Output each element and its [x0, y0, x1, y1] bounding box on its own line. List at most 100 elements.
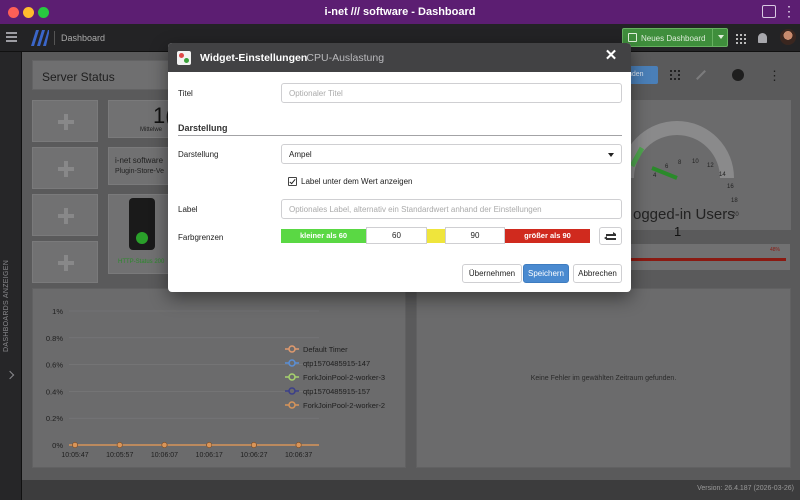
- data-point: [116, 442, 123, 448]
- color-limits-bar: kleiner als 60 60 90 größer als 90: [281, 227, 591, 244]
- upper-range-segment: größer als 90: [505, 229, 590, 243]
- title-input[interactable]: [281, 83, 622, 103]
- gauge-tick: 8: [678, 160, 682, 166]
- window-titlebar: i-net /// software - Dashboard ⋮: [0, 0, 800, 24]
- y-tick-label: 0.6%: [46, 361, 63, 370]
- progress-percent: 48%: [770, 247, 781, 253]
- cast-icon[interactable]: [762, 5, 776, 18]
- gauge-tick: 12: [707, 163, 714, 169]
- x-tick-label: 10:06:27: [240, 452, 267, 459]
- show-label-checkbox-label[interactable]: Label unter dem Wert anzeigen: [301, 177, 412, 186]
- edit-icon[interactable]: [696, 70, 706, 80]
- middle-range-segment: [427, 229, 445, 243]
- info-line-2: Plugin-Store-Ve: [115, 168, 165, 175]
- dialog-header: Widget-Einstellungen - CPU-Auslastung ✕: [168, 43, 631, 72]
- x-tick-label: 10:06:37: [285, 452, 312, 459]
- y-tick-label: 0.8%: [46, 334, 63, 343]
- save-button[interactable]: Speichern: [523, 264, 569, 283]
- inet-logo: [31, 30, 49, 46]
- apply-button[interactable]: Übernehmen: [462, 264, 522, 283]
- data-point: [251, 442, 257, 448]
- legend-label: Default Timer: [303, 345, 348, 354]
- y-tick-label: 0.4%: [46, 387, 63, 396]
- display-select-value: Ampel: [289, 150, 312, 159]
- display-select[interactable]: Ampel: [281, 144, 622, 164]
- label-label: Label: [178, 205, 198, 214]
- no-errors-message: Keine Fehler im gewählten Zeitraum gefun…: [530, 375, 677, 382]
- progress-widget: 48%: [627, 244, 790, 270]
- y-tick-label: 0.2%: [46, 414, 63, 423]
- fullscreen-icon[interactable]: [670, 70, 680, 80]
- chevron-down-icon[interactable]: [718, 35, 724, 39]
- section-title: Darstellung: [178, 123, 228, 133]
- http-status-text: HTTP-Status 200: [118, 259, 165, 265]
- lower-range-segment: kleiner als 60: [281, 229, 366, 243]
- gauge-chart: [620, 121, 734, 180]
- lower-limit-input[interactable]: 60: [366, 227, 427, 244]
- x-tick-label: 10:05:57: [106, 452, 133, 459]
- section-divider: [178, 135, 622, 136]
- chevron-down-icon: [608, 153, 614, 157]
- footer: Version: 26.4.187 (2026-03-26): [22, 480, 800, 500]
- data-point: [295, 442, 302, 448]
- legend-label: qtp1570485915-157: [303, 387, 370, 396]
- add-widget-button[interactable]: [32, 241, 98, 283]
- legend-marker: [288, 401, 296, 409]
- traffic-light-icon: [129, 198, 155, 250]
- window-title: i-net /// software - Dashboard: [324, 6, 476, 18]
- gauge-tick: 14: [719, 172, 726, 178]
- apps-grid-icon[interactable]: [736, 34, 746, 44]
- chevron-right-icon[interactable]: [5, 370, 15, 380]
- bell-icon[interactable]: [758, 33, 767, 43]
- legend-marker: [288, 387, 296, 395]
- widget-label: Mittelwe: [140, 127, 163, 133]
- display-label: Darstellung: [178, 150, 219, 159]
- add-widget-button[interactable]: [32, 194, 98, 236]
- label-input[interactable]: [281, 199, 622, 219]
- data-point: [206, 442, 213, 448]
- avatar[interactable]: [780, 29, 796, 45]
- add-widget-button[interactable]: [32, 147, 98, 189]
- cancel-button[interactable]: Abbrechen: [573, 264, 622, 283]
- server-status-panel: Server Status: [32, 60, 170, 90]
- show-label-checkbox[interactable]: [288, 177, 297, 186]
- gauge-tick: 16: [727, 184, 734, 190]
- upper-limit-input[interactable]: 90: [445, 227, 505, 244]
- gauge-tick: 4: [653, 173, 657, 179]
- more-vertical-icon[interactable]: ⋮: [782, 4, 796, 18]
- widget-settings-icon: [177, 51, 191, 65]
- version-text: Version: 26.4.187 (2026-03-26): [697, 485, 794, 492]
- menu-icon[interactable]: [6, 32, 17, 43]
- swap-colors-button[interactable]: [599, 227, 622, 245]
- x-tick-label: 10:05:47: [61, 452, 88, 459]
- gauge-tick: 6: [665, 164, 669, 170]
- gauge-tick: 10: [692, 159, 699, 165]
- data-point: [161, 442, 168, 448]
- errors-panel: Keine Fehler im gewählten Zeitraum gefun…: [416, 288, 791, 468]
- new-dashboard-button[interactable]: Neues Dashboard: [622, 28, 728, 47]
- close-icon[interactable]: ✕: [604, 48, 618, 63]
- legend-label: ForkJoinPool-2-worker-3: [303, 373, 385, 382]
- dashboard-icon: [628, 33, 637, 42]
- y-tick-label: 1%: [52, 307, 63, 316]
- line-chart: 0% 0.2% 0.4% 0.6% 0.8% 1% 10:05:47 10:05:57 10:0…: [46, 307, 385, 459]
- widget-settings-dialog: Widget-Einstellungen - CPU-Auslastung ✕ …: [168, 43, 631, 292]
- page-title: Dashboard: [61, 33, 106, 43]
- gear-icon[interactable]: [732, 69, 744, 81]
- more-vertical-icon[interactable]: ⋮: [768, 69, 781, 82]
- title-label: Titel: [178, 89, 193, 98]
- info-line-1: i-net software: [115, 156, 164, 165]
- server-status-title: Server Status: [42, 70, 115, 84]
- progress-bar: [631, 258, 786, 261]
- add-widget-button[interactable]: [32, 100, 98, 142]
- dialog-title: Widget-Einstellungen: [200, 52, 308, 64]
- dialog-subtitle: - CPU-Auslastung: [300, 52, 385, 64]
- gauge-value: 1: [674, 224, 682, 239]
- sidebar-toggle-label[interactable]: DASHBOARDS ANZEIGEN: [3, 260, 10, 352]
- data-point: [72, 442, 78, 448]
- thread-cpu-chart-panel: 0% 0.2% 0.4% 0.6% 0.8% 1% 10:05:47 10:05:57 10:0…: [32, 288, 406, 468]
- color-limits-label: Farbgrenzen: [178, 233, 224, 242]
- logged-in-users-title: ogged-in Users: [633, 206, 735, 223]
- check-icon: [289, 177, 296, 185]
- new-dashboard-label: Neues Dashboard: [641, 34, 706, 43]
